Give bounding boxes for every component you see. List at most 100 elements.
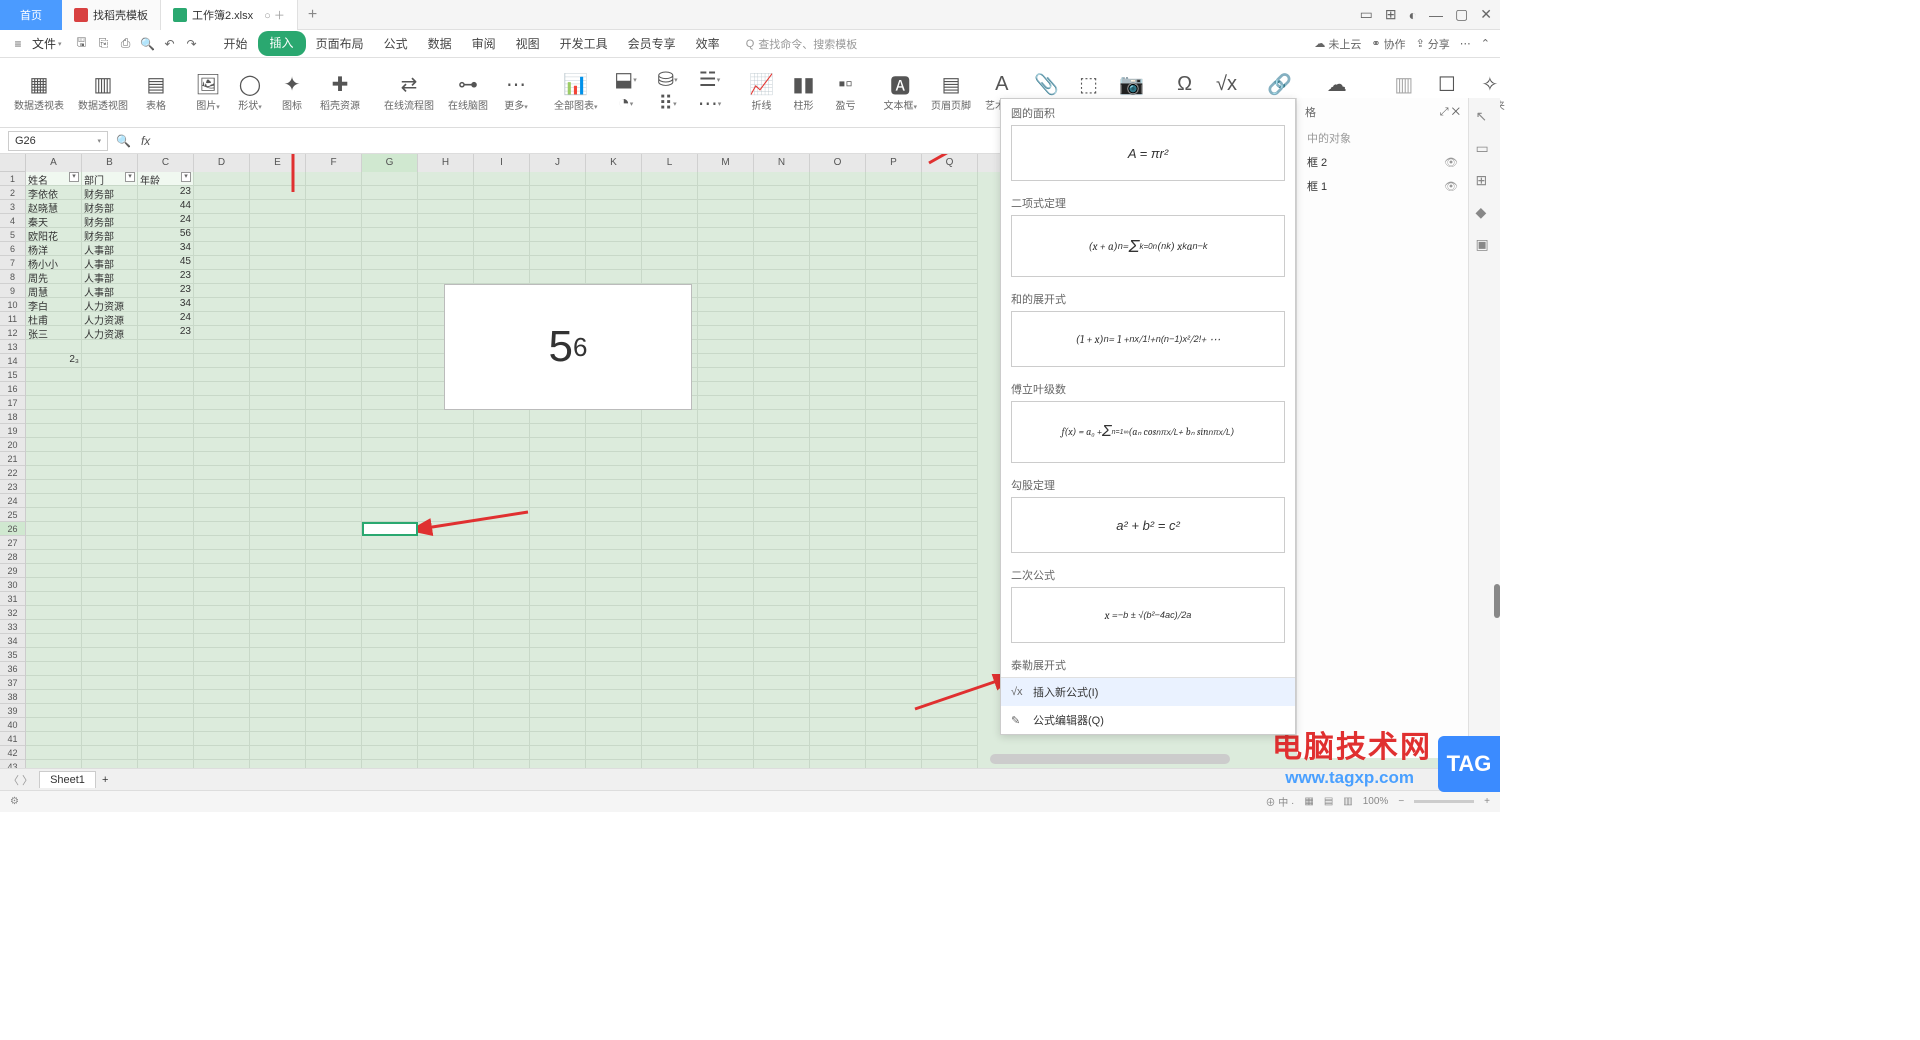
cell[interactable] [306,578,362,592]
cell[interactable] [810,186,866,200]
cell[interactable] [26,452,82,466]
cell[interactable] [922,690,978,704]
cell[interactable] [866,508,922,522]
cell[interactable] [530,718,586,732]
tab-vip[interactable]: 会员专享 [618,31,686,56]
cell[interactable] [642,242,698,256]
cell[interactable] [698,452,754,466]
cell[interactable]: 45 [138,256,194,270]
fp-formula-circle[interactable]: A = πr² [1011,125,1285,181]
cell[interactable] [698,592,754,606]
cell[interactable] [138,634,194,648]
cell[interactable] [754,228,810,242]
cell[interactable] [866,620,922,634]
cell[interactable]: 姓名▾ [26,172,82,186]
cell[interactable] [362,438,418,452]
cell[interactable] [474,662,530,676]
cell[interactable] [754,732,810,746]
cell[interactable] [866,214,922,228]
cell[interactable] [866,256,922,270]
cell[interactable] [698,354,754,368]
cell[interactable] [418,536,474,550]
cell[interactable] [418,620,474,634]
cell[interactable] [26,732,82,746]
cell[interactable] [474,550,530,564]
cell[interactable] [418,634,474,648]
cell[interactable] [250,452,306,466]
cell[interactable] [362,186,418,200]
cell[interactable] [754,270,810,284]
cell[interactable] [698,172,754,186]
cell[interactable] [250,172,306,186]
cell[interactable] [306,676,362,690]
cell[interactable] [250,536,306,550]
cell[interactable] [698,480,754,494]
cell[interactable] [82,676,138,690]
cell[interactable]: 财务部 [82,186,138,200]
cell[interactable] [250,508,306,522]
row-header[interactable]: 34 [0,634,25,648]
cell[interactable] [642,564,698,578]
cell[interactable] [418,704,474,718]
cell[interactable] [362,284,418,298]
row-header[interactable]: 9 [0,284,25,298]
cell[interactable] [642,466,698,480]
cell[interactable] [82,494,138,508]
cell[interactable] [474,648,530,662]
cell[interactable] [530,228,586,242]
cell[interactable] [530,508,586,522]
fp-formula-quad[interactable]: x = −b ± √(b²−4ac)⁄2a [1011,587,1285,643]
cell[interactable] [586,648,642,662]
cell[interactable] [194,648,250,662]
cell[interactable] [250,326,306,340]
cell[interactable] [586,746,642,760]
cell[interactable] [922,354,978,368]
cell[interactable] [866,424,922,438]
cell[interactable] [586,480,642,494]
view-normal-icon[interactable]: ▦ [1304,796,1313,807]
cell[interactable] [82,438,138,452]
cell[interactable] [698,228,754,242]
select-all-corner[interactable] [0,154,26,172]
cell[interactable] [754,424,810,438]
cell[interactable] [418,200,474,214]
cell[interactable] [698,620,754,634]
status-icon[interactable]: ⚙ [10,796,19,807]
cell[interactable] [250,298,306,312]
cell[interactable] [194,620,250,634]
cell[interactable] [250,200,306,214]
cell[interactable] [306,620,362,634]
new-icon[interactable]: ⎘ [96,36,112,52]
cell[interactable] [866,648,922,662]
print-icon[interactable]: ⎙ [118,36,134,52]
col-header-A[interactable]: A [26,154,82,172]
cell[interactable] [418,242,474,256]
help-icon[interactable]: ▣ [1476,236,1494,254]
cell[interactable] [306,746,362,760]
minimize-icon[interactable]: — [1429,7,1443,23]
row-header[interactable]: 18 [0,410,25,424]
cell[interactable] [138,382,194,396]
cell[interactable] [362,536,418,550]
cell[interactable] [866,382,922,396]
fp-formula-fourier[interactable]: f(x) = a₀ + Σn=1∞ (aₙ cos nπx⁄L + bₙ sin… [1011,401,1285,463]
fp-formula-binomial[interactable]: (x + a)n = Σk=0n (nk) xkan−k [1011,215,1285,277]
cell[interactable] [82,718,138,732]
cell[interactable] [474,424,530,438]
cell[interactable] [250,718,306,732]
cell[interactable] [82,648,138,662]
row-header[interactable]: 36 [0,662,25,676]
cell[interactable] [26,690,82,704]
cell[interactable] [698,214,754,228]
cell[interactable] [866,284,922,298]
col-header-P[interactable]: P [866,154,922,172]
cell[interactable] [194,606,250,620]
cell[interactable] [586,214,642,228]
cell[interactable] [866,690,922,704]
cell[interactable] [642,606,698,620]
cell[interactable] [866,746,922,760]
cell[interactable] [362,452,418,466]
cell[interactable] [474,634,530,648]
cell[interactable] [642,438,698,452]
cell[interactable] [810,452,866,466]
